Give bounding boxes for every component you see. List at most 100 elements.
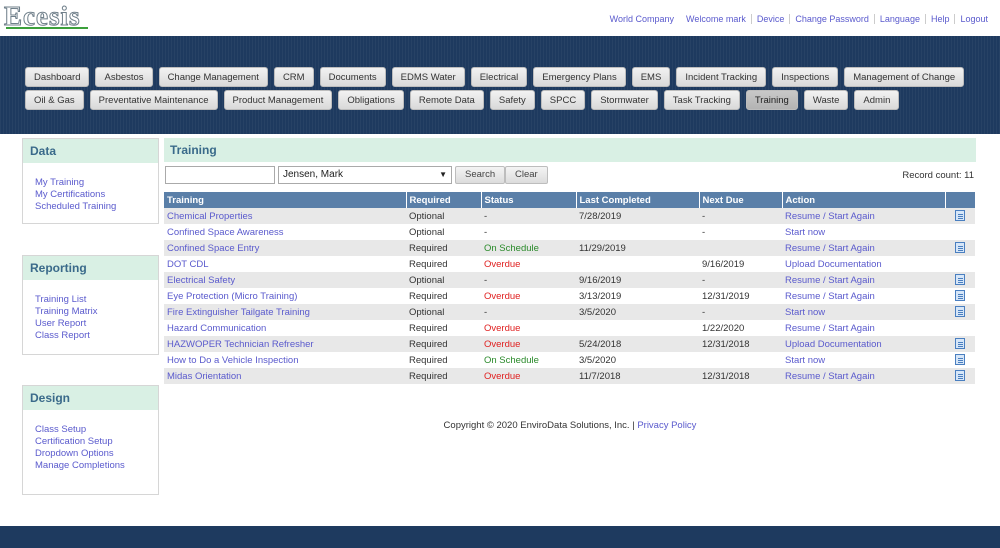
action-cell[interactable]: Resume / Start Again [782,272,945,288]
action-cell[interactable]: Resume / Start Again [782,368,945,384]
training-cell[interactable]: Hazard Communication [164,320,406,336]
document-icon[interactable] [955,290,965,302]
nav-tab-spcc[interactable]: SPCC [540,90,586,110]
nav-tab-asbestos[interactable]: Asbestos [95,67,153,87]
clear-button[interactable]: Clear [505,166,548,184]
table-row: How to Do a Vehicle Inspection Required On… [164,352,975,368]
table-row: Fire Extinguisher Tailgate Training Optio… [164,304,975,320]
last-completed-cell: 3/5/2020 [576,304,699,320]
action-cell[interactable]: Upload Documentation [782,256,945,272]
nav-tab-dashboard[interactable]: Dashboard [25,67,90,87]
table-row: Electrical Safety Optional -9/16/2019- Resu… [164,272,975,288]
training-cell[interactable]: Eye Protection (Micro Training) [164,288,406,304]
col-training[interactable]: Training [164,192,407,208]
nav-tab-ems[interactable]: EMS [631,67,671,87]
copyright: Copyright © 2020 EnviroData Solutions, I… [0,420,1000,431]
training-cell[interactable]: HAZWOPER Technician Refresher [164,336,406,352]
nav-tab-incident-tracking[interactable]: Incident Tracking [676,67,767,87]
document-icon[interactable] [955,370,965,382]
action-cell[interactable]: Upload Documentation [782,336,945,352]
language-link[interactable]: Language [873,14,925,24]
required-cell: Optional [406,224,481,240]
sidebar-item-manage-completions[interactable]: Manage Completions [35,460,146,472]
last-completed-cell: 3/5/2020 [576,352,699,368]
search-button[interactable]: Search [455,166,506,184]
nav-tab-task-tracking[interactable]: Task Tracking [663,90,740,110]
col-status[interactable]: Status [481,192,577,208]
employee-select[interactable]: Jensen, Mark ▼ [278,166,452,184]
change-password-link[interactable]: Change Password [789,14,874,24]
help-link[interactable]: Help [924,14,955,24]
action-cell[interactable]: Start now [782,224,945,240]
nav-tab-inspections[interactable]: Inspections [772,67,839,87]
sidebar-item-certification-setup[interactable]: Certification Setup [35,436,146,448]
nav-tab-documents[interactable]: Documents [319,67,386,87]
document-icon[interactable] [955,210,965,222]
privacy-policy-link[interactable]: Privacy Policy [637,420,696,431]
training-cell[interactable]: Confined Space Awareness [164,224,406,240]
action-cell[interactable]: Resume / Start Again [782,288,945,304]
nav-tab-edms-water[interactable]: EDMS Water [391,67,465,87]
training-cell[interactable]: Midas Orientation [164,368,406,384]
sidebar-item-training-list[interactable]: Training List [35,294,146,306]
training-cell[interactable]: Fire Extinguisher Tailgate Training [164,304,406,320]
page-title: Training [164,138,976,162]
required-cell: Required [406,320,481,336]
training-cell[interactable]: Chemical Properties [164,208,406,224]
search-input[interactable] [165,166,275,184]
training-cell[interactable]: DOT CDL [164,256,406,272]
document-icon[interactable] [955,338,965,350]
action-cell[interactable]: Resume / Start Again [782,208,945,224]
nav-tab-stormwater[interactable]: Stormwater [591,90,658,110]
document-cell [945,304,975,320]
training-cell[interactable]: Confined Space Entry [164,240,406,256]
nav-tab-preventative-maintenance[interactable]: Preventative Maintenance [89,90,218,110]
logout-link[interactable]: Logout [954,14,993,24]
device-link[interactable]: Device [750,14,790,24]
nav-tab-crm[interactable]: CRM [273,67,314,87]
sidebar-item-my-certifications[interactable]: My Certifications [35,189,146,201]
action-cell[interactable]: Resume / Start Again [782,320,945,336]
last-completed-cell: 7/28/2019 [576,208,699,224]
col-action[interactable]: Action [782,192,946,208]
col-last-completed[interactable]: Last Completed [576,192,700,208]
action-cell[interactable]: Start now [782,352,945,368]
sidebar-item-scheduled-training[interactable]: Scheduled Training [35,201,146,213]
nav-tab-emergency-plans[interactable]: Emergency Plans [533,67,626,87]
nav-tab-training[interactable]: Training [745,90,798,110]
sidebar-item-user-report[interactable]: User Report [35,318,146,330]
welcome-link[interactable]: Welcome mark [681,14,751,24]
company-link[interactable]: World Company [605,14,679,24]
action-cell[interactable]: Resume / Start Again [782,240,945,256]
table-row: HAZWOPER Technician Refresher Required Ove… [164,336,975,352]
sidebar-item-class-report[interactable]: Class Report [35,330,146,342]
document-icon[interactable] [955,274,965,286]
nav-tab-remote-data[interactable]: Remote Data [409,90,484,110]
nav-tab-change-management[interactable]: Change Management [158,67,268,87]
training-cell[interactable]: Electrical Safety [164,272,406,288]
document-icon[interactable] [955,354,965,366]
app-logo[interactable]: Ecesis [4,2,81,30]
action-cell[interactable]: Start now [782,304,945,320]
nav-tab-product-management[interactable]: Product Management [223,90,333,110]
training-cell[interactable]: How to Do a Vehicle Inspection [164,352,406,368]
required-cell: Optional [406,272,481,288]
nav-tab-electrical[interactable]: Electrical [470,67,528,87]
document-icon[interactable] [955,306,965,318]
sidebar-item-training-matrix[interactable]: Training Matrix [35,306,146,318]
sidebar-item-dropdown-options[interactable]: Dropdown Options [35,448,146,460]
required-cell: Optional [406,304,481,320]
last-completed-cell: 11/7/2018 [576,368,699,384]
col-required[interactable]: Required [406,192,482,208]
document-cell [945,368,975,384]
nav-tab-waste[interactable]: Waste [803,90,849,110]
nav-tab-admin[interactable]: Admin [854,90,900,110]
nav-tab-management-of-change[interactable]: Management of Change [844,67,965,87]
nav-tab-obligations[interactable]: Obligations [338,90,404,110]
nav-tab-oil-gas[interactable]: Oil & Gas [25,90,84,110]
sidebar-item-my-training[interactable]: My Training [35,177,146,189]
required-cell: Optional [406,208,481,224]
nav-tab-safety[interactable]: Safety [489,90,535,110]
col-next-due[interactable]: Next Due [699,192,783,208]
document-icon[interactable] [955,242,965,254]
